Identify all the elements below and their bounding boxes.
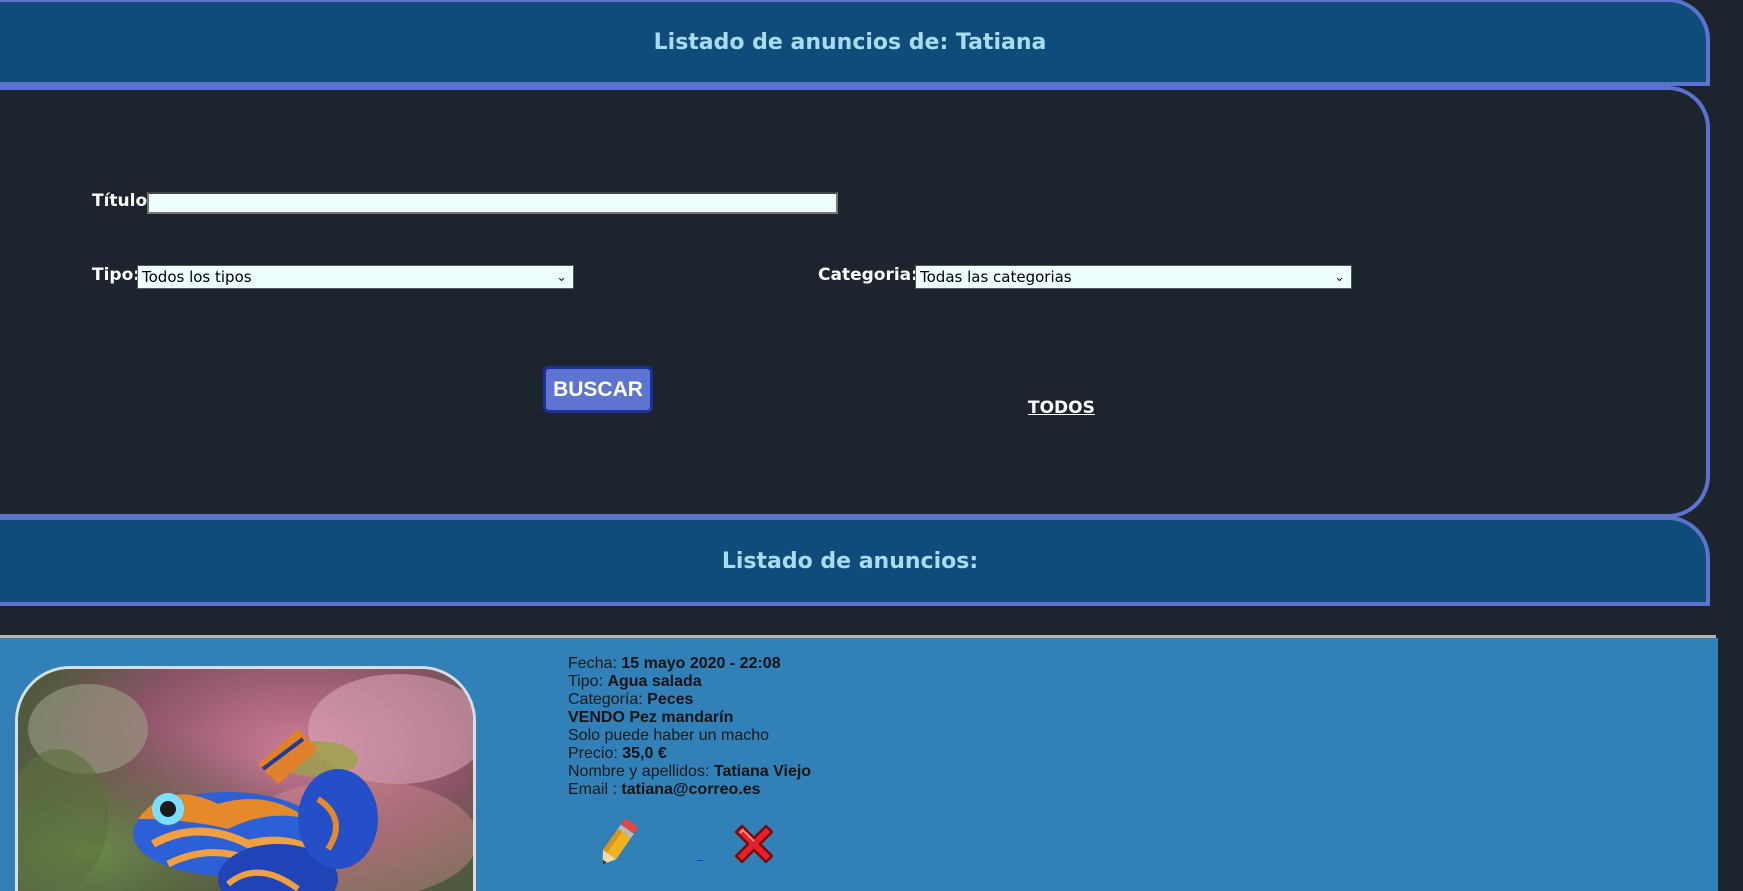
categoria-row: Categoría: Peces [568,691,811,709]
description-row: Solo puede haber un macho [568,727,811,745]
listing-title: VENDO Pez mandarín [568,709,734,726]
nombre-value: Tatiana Viejo [713,763,812,780]
listing-photo[interactable] [15,666,476,891]
pencil-icon[interactable] [590,816,644,872]
todos-link[interactable]: TODOS [1028,398,1095,418]
categoria-detail-label: Categoría: [568,691,643,708]
tipo-select-value: Todos los tipos [142,268,252,286]
categoria-label: Categoria: [818,265,918,285]
search-panel: Título: Tipo: Todos los tipos ⌄ Categori… [0,86,1710,518]
listing-details: Fecha: 15 mayo 2020 - 22:08 Tipo: Agua s… [568,655,811,799]
buscar-button[interactable]: BUSCAR [543,366,653,413]
fecha-value: 15 mayo 2020 - 22:08 [621,655,781,672]
categoria-select-value: Todas las categorias [920,268,1072,286]
titulo-input[interactable] [147,192,838,214]
categoria-select[interactable]: Todas las categorias ⌄ [915,265,1352,289]
precio-label: Precio: [568,745,618,762]
results-title: Listado de anuncios: [721,548,979,574]
listing-card: Fecha: 15 mayo 2020 - 22:08 Tipo: Agua s… [0,638,1718,891]
precio-row: Precio: 35,0 € [568,745,811,763]
email-value: tatiana@correo.es [621,781,761,798]
nombre-row: Nombre y apellidos: Tatiana Viejo [568,763,811,781]
categoria-value: Peces [647,691,694,708]
red-x-icon[interactable] [728,818,780,870]
email-label: Email : [568,781,617,798]
fecha-label: Fecha: [568,655,617,672]
page: Listado de anuncios de: Tatiana Título: … [0,0,1743,891]
page-header: Listado de anuncios de: Tatiana [0,0,1710,86]
listing-title-row: VENDO Pez mandarín [568,709,811,727]
email-row: Email : tatiana@correo.es [568,781,811,799]
nombre-label: Nombre y apellidos: [568,763,710,780]
tipo-select[interactable]: Todos los tipos ⌄ [137,265,574,289]
page-title: Listado de anuncios de: Tatiana [653,29,1047,55]
listing-description: Solo puede haber un macho [568,727,770,744]
titulo-label: Título: [92,191,154,211]
precio-value: 35,0 € [622,745,667,762]
tipo-detail-label: Tipo: [568,673,603,690]
tipo-row: Tipo: Agua salada [568,673,811,691]
hidden-link[interactable] [697,860,703,861]
results-header: Listado de anuncios: [0,516,1710,606]
mandarin-fish-photo-icon [18,669,473,891]
tipo-label: Tipo: [92,265,141,285]
chevron-down-icon: ⌄ [1334,269,1345,285]
tipo-value: Agua salada [607,673,702,690]
chevron-down-icon: ⌄ [556,269,567,285]
fecha-row: Fecha: 15 mayo 2020 - 22:08 [568,655,811,673]
